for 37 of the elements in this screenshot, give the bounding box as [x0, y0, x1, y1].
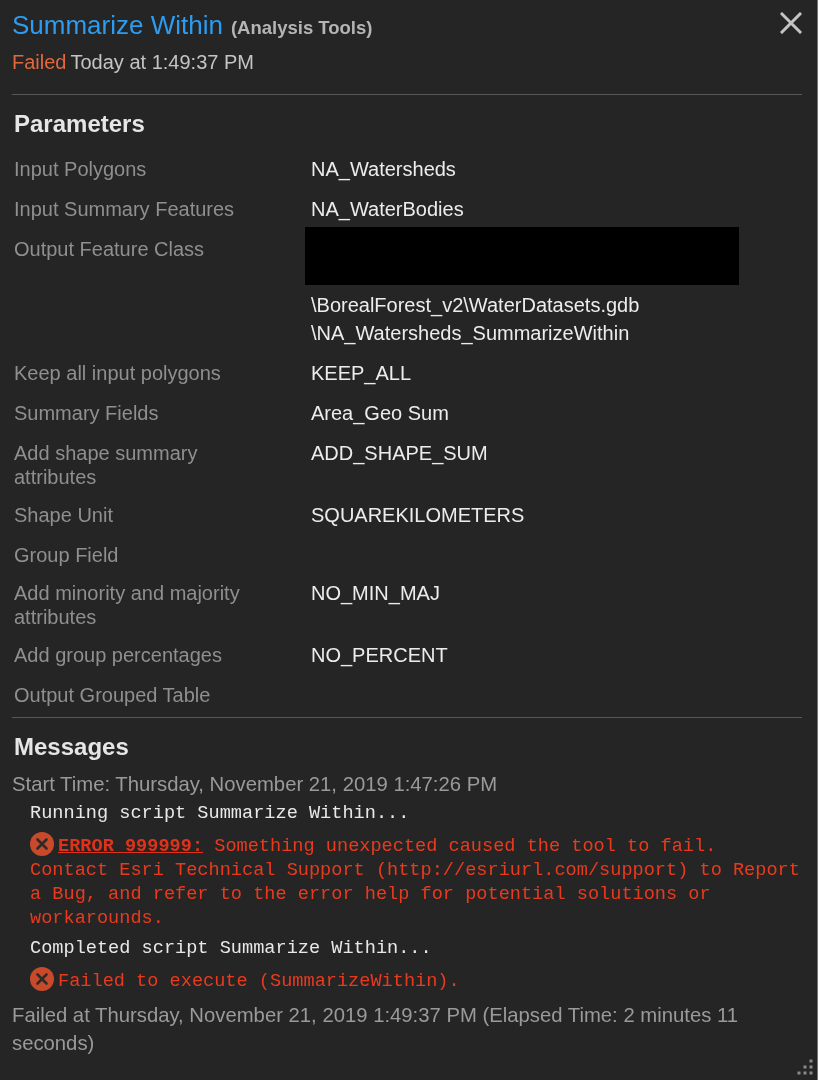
parameter-value: NO_PERCENT: [311, 643, 448, 669]
message-text: Completed script Summarize Within...: [30, 937, 433, 961]
parameter-label: Output Grouped Table: [14, 683, 212, 707]
parameter-label: Add minority and majority attributes: [14, 581, 241, 629]
parameter-value: NA_Watersheds: [311, 157, 456, 183]
error-message: Failed to execute (SummarizeWithin).: [30, 964, 802, 997]
end-time-text: Failed at Thursday, November 21, 2019 1:49:37 PM (Elapsed Time: 2 minutes 11 seconds): [12, 1003, 739, 1056]
message-text: Running script Summarize Within...: [30, 802, 411, 826]
close-icon: [780, 12, 802, 34]
parameter-label: Add group percentages: [14, 643, 223, 667]
error-code-link[interactable]: ERROR 999999:: [58, 836, 204, 857]
error-icon: [30, 832, 54, 856]
section-heading: Messages: [13, 732, 130, 762]
section-heading: Parameters: [13, 109, 146, 139]
parameter-value: SQUAREKILOMETERS: [311, 503, 525, 528]
status-time: Today at 1:49:37 PM: [70, 50, 254, 75]
parameter-label: Input Summary Features: [14, 197, 236, 221]
parameter-value: Area_Geo Sum: [311, 401, 449, 427]
parameter-label: Add shape summary attributes: [14, 441, 199, 489]
error-message: ERROR 999999: Something unexpected caused the tool to fail. Contact Esri Technical Support (http://esriurl.com/support) to Report a Bug, and refer to the error help for potential solutions or workarounds.: [30, 829, 802, 934]
parameter-label: Output Feature Class: [14, 237, 206, 261]
toolbox-name: (Analysis Tools): [230, 16, 373, 40]
parameter-label: Shape Unit: [14, 503, 114, 527]
parameter-value: NA_WaterBodies: [311, 197, 464, 223]
parameter-value: ADD_SHAPE_SUM: [311, 441, 488, 467]
status-text: Failed: [12, 50, 67, 75]
parameter-value: \BorealForest_v2\WaterDatasets.gdb \NA_Watersheds_SummarizeWithin: [311, 293, 641, 347]
parameter-label: Input Polygons: [14, 157, 148, 181]
tool-name-link[interactable]: Summarize Within: [12, 8, 223, 42]
start-time-text: Start Time: Thursday, November 21, 2019 1:47:26 PM: [12, 772, 499, 797]
parameter-label: Keep all input polygons: [14, 361, 222, 385]
parameter-value: KEEP_ALL: [311, 361, 412, 387]
resize-grip-icon[interactable]: [797, 1059, 813, 1075]
parameter-value: NO_MIN_MAJ: [311, 581, 440, 607]
error-icon: [30, 967, 54, 991]
parameter-label: Summary Fields: [14, 401, 160, 425]
parameter-label: Group Field: [14, 543, 120, 567]
